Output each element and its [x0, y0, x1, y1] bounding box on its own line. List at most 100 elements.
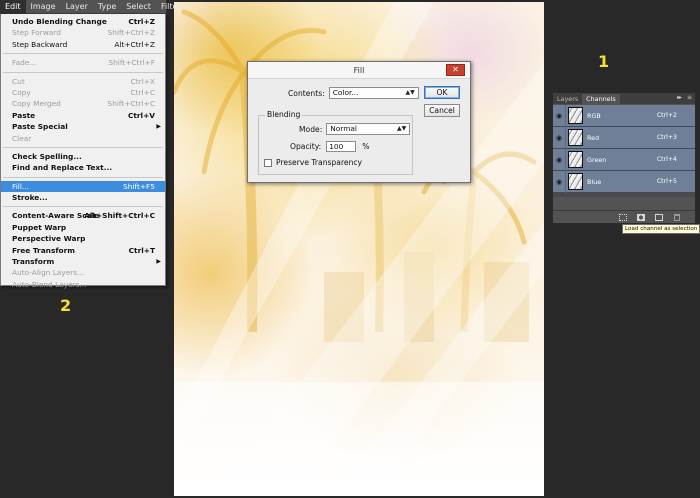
menu-item-copy-merged[interactable]: Copy Merged Shift+Ctrl+C	[1, 98, 165, 109]
new-channel-icon[interactable]	[655, 214, 663, 221]
tab-channels[interactable]: Channels	[582, 94, 620, 104]
chevron-right-icon: ▶	[156, 258, 161, 266]
panel-footer	[553, 210, 695, 223]
menu-item-check-spelling[interactable]: Check Spelling...	[1, 151, 165, 162]
eye-icon[interactable]: ◉	[553, 156, 565, 164]
load-selection-icon[interactable]	[619, 214, 627, 221]
preserve-row: Preserve Transparency	[264, 158, 362, 167]
mode-select[interactable]: Normal ▲▼	[326, 123, 411, 135]
menu-item-label: Find and Replace Text...	[12, 163, 113, 173]
channel-shortcut: Ctrl+2	[656, 112, 677, 119]
mode-value: Normal	[330, 124, 357, 133]
menu-edit[interactable]: Edit	[0, 0, 26, 14]
mode-label: Mode:	[299, 124, 323, 134]
channel-shortcut: Ctrl+5	[656, 178, 677, 185]
menu-item-auto-align[interactable]: Auto-Align Layers...	[1, 267, 165, 278]
dialog-titlebar[interactable]: Fill ✕	[248, 62, 470, 79]
menu-filter[interactable]: Filter	[156, 0, 186, 14]
menu-bar: Edit Image Layer Type Select Filter	[0, 0, 181, 14]
channel-shortcut: Ctrl+3	[656, 134, 677, 141]
panel-tabs: Layers Channels ▸▸ ≡	[553, 93, 695, 104]
channel-row-rgb[interactable]: ◉ RGB Ctrl+2	[553, 104, 695, 127]
menu-item-transform[interactable]: Transform ▶	[1, 256, 165, 267]
menu-item-shortcut: Alt+Shift+Ctrl+C	[84, 211, 155, 221]
menu-image[interactable]: Image	[26, 0, 61, 14]
menu-item-puppet-warp[interactable]: Puppet Warp	[1, 222, 165, 233]
tooltip: Load channel as selection	[622, 224, 700, 234]
menu-separator	[3, 176, 163, 178]
preserve-transparency-checkbox[interactable]	[264, 158, 272, 167]
ok-button[interactable]: OK	[424, 86, 460, 99]
menu-item-shortcut: Ctrl+X	[130, 76, 155, 86]
panel-menu-icon[interactable]: ≡	[687, 94, 692, 101]
channel-shortcut: Ctrl+4	[656, 156, 677, 163]
menu-item-shortcut: Shift+F5	[123, 181, 155, 191]
menu-item-label: Check Spelling...	[12, 151, 82, 161]
contents-value: Color...	[332, 88, 359, 97]
channel-thumbnail	[568, 129, 583, 146]
menu-item-paste-special[interactable]: Paste Special ▶	[1, 121, 165, 132]
menu-item-undo[interactable]: Undo Blending Change Ctrl+Z	[1, 16, 165, 27]
channels-panel: Layers Channels ▸▸ ≡ ◉ RGB Ctrl+2 ◉ Red …	[552, 92, 696, 224]
collapse-panel-icon[interactable]: ▸▸	[677, 94, 682, 101]
close-icon[interactable]: ✕	[446, 64, 465, 76]
opacity-input[interactable]: 100	[326, 141, 357, 152]
menu-item-auto-blend[interactable]: Auto-Blend Layers...	[1, 279, 165, 290]
channel-list: ◉ RGB Ctrl+2 ◉ Red Ctrl+3 ◉ Green Ctrl+4…	[553, 104, 695, 197]
chevron-right-icon: ▶	[156, 123, 161, 131]
menu-item-label: Transform	[12, 257, 55, 267]
menu-item-step-forward[interactable]: Step Forward Shift+Ctrl+Z	[1, 27, 165, 38]
menu-item-shortcut: Shift+Ctrl+C	[107, 99, 156, 109]
menu-item-shortcut: Ctrl+T	[128, 245, 155, 255]
menu-item-shortcut: Ctrl+Z	[128, 17, 155, 26]
annotation-1: 1	[598, 52, 610, 71]
menu-item-perspective-warp[interactable]: Perspective Warp	[1, 233, 165, 244]
menu-item-free-transform[interactable]: Free Transform Ctrl+T	[1, 245, 165, 256]
trash-icon[interactable]	[674, 214, 680, 221]
chevron-down-icon: ▲▼	[405, 89, 415, 96]
eye-icon[interactable]: ◉	[553, 178, 565, 186]
menu-item-label: Puppet Warp	[12, 222, 67, 232]
menu-item-find-replace[interactable]: Find and Replace Text...	[1, 162, 165, 173]
menu-layer[interactable]: Layer	[61, 0, 93, 14]
menu-select[interactable]: Select	[121, 0, 156, 14]
save-selection-icon[interactable]	[637, 214, 645, 221]
menu-item-shortcut: Shift+Ctrl+Z	[107, 28, 155, 38]
menu-item-fill[interactable]: Fill... Shift+F5	[1, 180, 165, 193]
menu-item-shortcut: Shift+Ctrl+F	[108, 58, 155, 68]
chevron-down-icon: ▲▼	[397, 125, 407, 132]
menu-item-copy[interactable]: Copy Ctrl+C	[1, 87, 165, 98]
cancel-button[interactable]: Cancel	[424, 104, 460, 117]
menu-item-label: Cut	[12, 76, 25, 86]
menu-item-cut[interactable]: Cut Ctrl+X	[1, 76, 165, 87]
contents-label: Contents:	[288, 88, 325, 98]
eye-icon[interactable]: ◉	[553, 134, 565, 142]
menu-separator	[3, 206, 163, 208]
opacity-unit: %	[362, 142, 370, 151]
channel-row-green[interactable]: ◉ Green Ctrl+4	[553, 148, 695, 171]
menu-item-step-backward[interactable]: Step Backward Alt+Ctrl+Z	[1, 39, 165, 50]
menu-item-label: Free Transform	[12, 245, 75, 255]
channel-row-blue[interactable]: ◉ Blue Ctrl+5	[553, 170, 695, 193]
menu-item-clear[interactable]: Clear	[1, 133, 165, 144]
mode-row: Mode: Normal ▲▼	[299, 123, 411, 135]
menu-item-label: Auto-Align Layers...	[12, 268, 85, 278]
menu-item-label: Clear	[12, 133, 32, 143]
menu-separator	[3, 71, 163, 73]
menu-type[interactable]: Type	[93, 0, 121, 14]
menu-item-label: Paste	[12, 110, 36, 120]
menu-item-label: Undo Blending Change	[12, 17, 107, 26]
eye-icon[interactable]: ◉	[553, 112, 565, 120]
channel-thumbnail	[568, 173, 583, 190]
menu-item-content-aware-scale[interactable]: Content-Aware Scale Alt+Shift+Ctrl+C	[1, 210, 165, 221]
menu-item-stroke[interactable]: Stroke...	[1, 192, 165, 203]
menu-item-paste[interactable]: Paste Ctrl+V	[1, 110, 165, 121]
menu-item-fade[interactable]: Fade... Shift+Ctrl+F	[1, 57, 165, 68]
menu-item-label: Step Backward	[12, 39, 68, 49]
contents-select[interactable]: Color... ▲▼	[328, 87, 419, 99]
menu-item-label: Stroke...	[12, 193, 48, 203]
menu-item-label: Paste Special	[12, 122, 68, 132]
menu-item-shortcut: Ctrl+V	[127, 110, 155, 120]
channel-row-red[interactable]: ◉ Red Ctrl+3	[553, 126, 695, 149]
tab-layers[interactable]: Layers	[553, 94, 582, 104]
